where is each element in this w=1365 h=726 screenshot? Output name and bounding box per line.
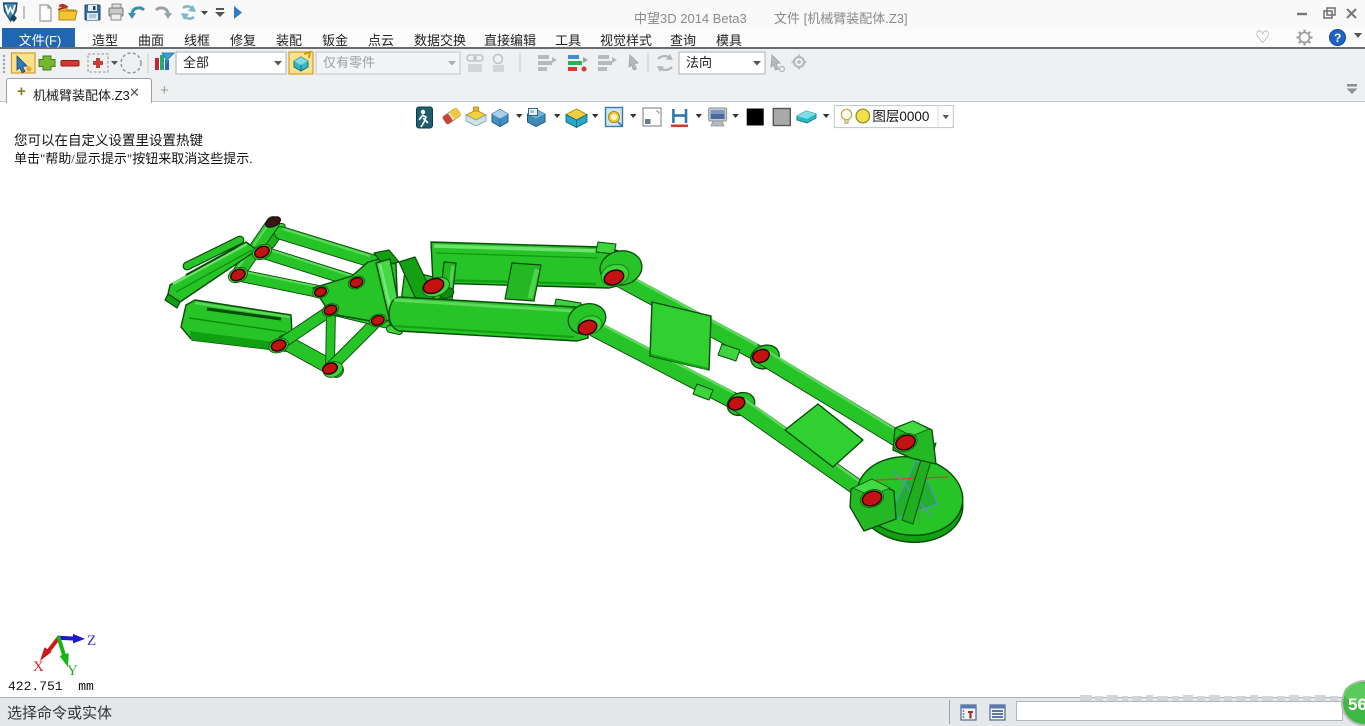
svg-text:Y: Y [67,663,78,679]
svg-text:56: 56 [1348,695,1365,714]
svg-text:Z: Z [87,633,96,649]
svg-text:X: X [33,659,44,675]
